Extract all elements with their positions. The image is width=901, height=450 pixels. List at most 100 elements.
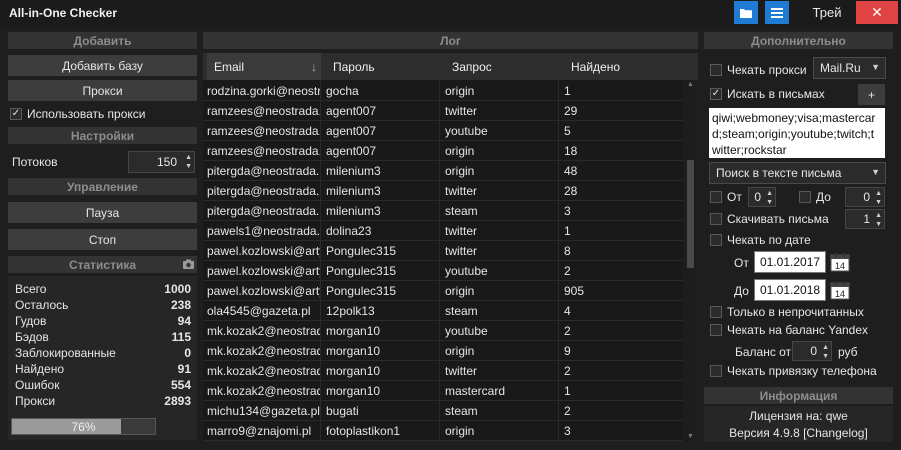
table-row[interactable]: ramzees@neostrada.pl agent007 youtube 5 [203,121,683,141]
pause-button[interactable]: Пауза [8,202,197,223]
scroll-thumb[interactable] [687,160,694,268]
table-row[interactable]: pitergda@neostrada.pl milenium3 twitter 28 [203,181,683,201]
from-stepper[interactable]: 0 ▲ ▼ [748,187,776,207]
from-option[interactable]: От [710,190,742,204]
table-row[interactable]: marro9@znajomi.pl fotoplastikon1 origin 3 [203,421,683,441]
from-checkbox[interactable] [710,191,722,203]
camera-icon[interactable] [183,259,194,269]
stop-button[interactable]: Стоп [8,229,197,250]
spinner-arrows-icon[interactable]: ▲ ▼ [822,343,829,361]
proxy-button[interactable]: Прокси [8,80,197,101]
column-header-query[interactable]: Запрос [444,53,558,80]
query-cell: origin [440,81,559,101]
spinner-arrows-icon[interactable]: ▲ ▼ [766,189,773,207]
mail-provider-select[interactable]: Mail.Ru ▼ [813,57,886,79]
password-cell: Pongulec315 [321,241,440,261]
balance-stepper[interactable]: 0 ▲ ▼ [792,341,832,361]
date-to-field[interactable]: 01.01.2018 [754,279,826,301]
search-terms-field[interactable]: qiwi;webmoney;visa;mastercard;steam;orig… [709,108,885,158]
calendar-icon[interactable]: 14 [830,280,850,300]
check-by-date-checkbox[interactable] [710,234,722,246]
svg-text:14: 14 [835,261,845,271]
check-proxy-option[interactable]: Чекать прокси [710,63,807,77]
stat-label: Всего [15,282,47,296]
found-cell: 1 [559,221,683,241]
table-row[interactable]: mk.kozak2@neostrada.plmorgan10twitter2 [203,361,683,381]
table-row[interactable]: pawel.kozlowski@artyk.plPongulec315twitt… [203,241,683,261]
scroll-down-icon[interactable]: ▼ [687,433,694,440]
yandex-balance-checkbox[interactable] [710,324,722,336]
table-row[interactable]: pawel.kozlowski@artyk.plPongulec315origi… [203,281,683,301]
password-cell: 12polk13 [321,301,440,321]
only-unread-checkbox[interactable] [710,306,722,318]
download-mails-checkbox[interactable] [710,213,722,225]
to-stepper[interactable]: 0 ▲ ▼ [845,187,885,207]
download-mails-option[interactable]: Скачивать письма [710,212,829,226]
table-row[interactable]: mk.kozak2@neostrada.plmorgan10youtube2 [203,321,683,341]
phone-binding-checkbox[interactable] [710,365,722,377]
yandex-balance-option[interactable]: Чекать на баланс Yandex [710,323,868,337]
only-unread-option[interactable]: Только в непрочитанных [710,305,864,319]
search-in-mails-option[interactable]: ✓ Искать в письмах [710,87,825,101]
column-header-found[interactable]: Найдено [563,53,677,80]
spinner-arrows-icon[interactable]: ▲ ▼ [875,189,882,207]
search-mode-select[interactable]: Поиск в тексте письма ▼ [709,162,886,184]
found-cell: 1 [559,381,683,401]
table-row[interactable]: ramzees@neostrada.pl agent007 twitter 29 [203,101,683,121]
column-header-password[interactable]: Пароль [325,53,439,80]
menu-button[interactable] [765,1,789,24]
check-by-date-option[interactable]: Чекать по дате [710,233,811,247]
stats-panel: Всего 1000 Осталось 238 Гудов 94 Бэдов 115 Забло… [8,276,197,440]
calendar-icon[interactable]: 14 [830,252,850,272]
phone-binding-option[interactable]: Чекать привязку телефона [710,364,877,378]
to-label: До [816,190,831,204]
query-cell: origin [440,421,559,441]
to-checkbox[interactable] [799,191,811,203]
stat-row: Заблокированные 0 [15,346,191,362]
found-cell: 3 [559,201,683,221]
found-cell: 905 [559,281,683,301]
close-button[interactable]: ✕ [856,1,898,24]
table-row[interactable]: pawels1@neostrada.pl dolina23 twitter 1 [203,221,683,241]
stat-row: Найдено 91 [15,362,191,378]
title-bar: All-in-One Checker Трей ✕ [0,0,901,26]
table-row[interactable]: michu134@gazeta.pl bugati steam 2 [203,401,683,421]
query-cell: origin [440,281,559,301]
stat-value: 1000 [164,282,191,296]
sort-down-icon: ↓ [311,59,317,74]
query-cell: steam [440,201,559,221]
check-proxy-checkbox[interactable] [710,64,722,76]
found-cell: 9 [559,341,683,361]
to-option[interactable]: До [799,190,831,204]
table-row[interactable]: ramzees@neostrada.pl agent007 origin 18 [203,141,683,161]
spinner-arrows-icon[interactable]: ▲ ▼ [185,153,192,171]
search-mode-value: Поиск в тексте письма [716,166,842,180]
table-row[interactable]: ola4545@gazeta.pl 12polk13 steam 4 [203,301,683,321]
table-row[interactable]: pitergda@neostrada.pl milenium3 steam 3 [203,201,683,221]
add-base-button[interactable]: Добавить базу [8,55,197,76]
folder-button[interactable] [734,1,758,24]
table-row[interactable]: mk.kozak2@neostrada.plmorgan10mastercard… [203,381,683,401]
password-cell: milenium3 [321,181,440,201]
version-link[interactable]: Версия 4.9.8 [Changelog] [704,426,893,440]
log-scrollbar[interactable]: ▲ ▼ [683,80,698,441]
use-proxy-checkbox[interactable]: ✓ [10,108,22,120]
control-section-header: Управление [8,178,197,195]
table-row[interactable]: mk.kozak2@neostrada.plmorgan10origin9 [203,341,683,361]
download-count-stepper[interactable]: 1 ▲ ▼ [845,209,885,229]
threads-stepper[interactable]: 150 ▲ ▼ [128,151,195,173]
only-unread-label: Только в непрочитанных [727,305,864,319]
stats-header-label: Статистика [68,257,137,272]
column-header-email[interactable]: Email ↓ [207,53,321,80]
table-row[interactable]: rodzina.gorki@neostrada.plgochaorigin1 [203,81,683,101]
use-proxy-option[interactable]: ✓ Использовать прокси [10,107,146,121]
table-row[interactable]: pawel.kozlowski@artyk.plPongulec315youtu… [203,261,683,281]
add-search-term-button[interactable]: + [858,84,885,105]
table-row[interactable]: pitergda@neostrada.pl milenium3 origin 48 [203,161,683,181]
tray-button[interactable]: Трей [798,1,856,24]
search-in-mails-checkbox[interactable]: ✓ [710,88,722,100]
date-from-field[interactable]: 01.01.2017 [754,251,826,273]
scroll-up-icon[interactable]: ▲ [687,81,694,88]
spinner-arrows-icon[interactable]: ▲ ▼ [875,211,882,229]
from-value: 0 [754,190,761,204]
